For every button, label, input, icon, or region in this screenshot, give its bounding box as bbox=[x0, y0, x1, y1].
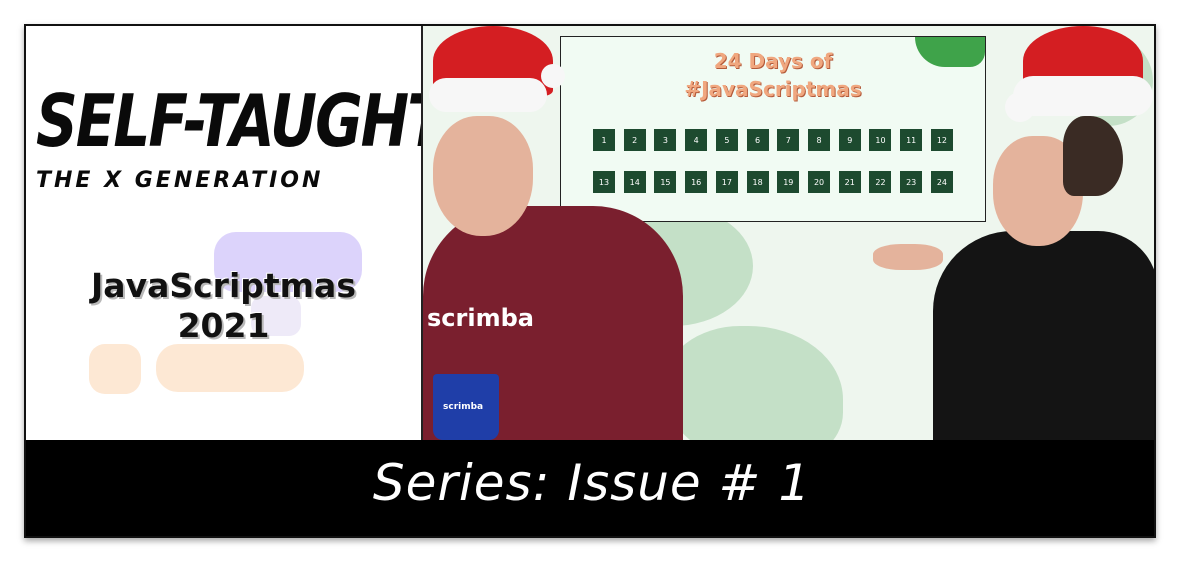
calendar-day-tile: 8 bbox=[808, 129, 831, 151]
calendar-day-tile: 18 bbox=[746, 171, 769, 193]
series-label: Series: Issue # 1 bbox=[372, 454, 812, 512]
mug-logo-text: scrimba bbox=[443, 402, 484, 412]
topic-title: JavaScriptmas 2021 bbox=[26, 266, 421, 346]
calendar-day-tile: 7 bbox=[777, 129, 800, 151]
calendar-day-tile: 4 bbox=[685, 129, 708, 151]
series-footer: Series: Issue # 1 bbox=[26, 440, 1154, 536]
person-right bbox=[873, 26, 1154, 440]
calendar-day-tile: 6 bbox=[746, 129, 769, 151]
calendar-day-tile: 5 bbox=[715, 129, 738, 151]
face bbox=[433, 116, 533, 236]
santa-hat-pompom bbox=[541, 64, 565, 88]
calendar-day-tile: 17 bbox=[715, 171, 738, 193]
calendar-day-tile: 16 bbox=[685, 171, 708, 193]
hair bbox=[1063, 116, 1123, 196]
decorative-blob bbox=[156, 344, 304, 392]
calendar-day-tile: 9 bbox=[838, 129, 861, 151]
person-left: scrimba scrimba bbox=[423, 26, 683, 440]
santa-hat-pompom bbox=[1005, 92, 1035, 122]
calendar-day-tile: 20 bbox=[808, 171, 831, 193]
hoodie-logo-text: scrimba bbox=[427, 304, 534, 332]
photo-panel: 24 Days of #JavaScriptmas 1 2 3 4 5 6 7 8 9 10 11 1… bbox=[423, 26, 1154, 440]
calendar-day-tile: 19 bbox=[777, 171, 800, 193]
left-title-panel: SELF-TAUGHT THE X GENERATION JavaScriptm… bbox=[26, 26, 423, 440]
open-hand bbox=[873, 244, 943, 270]
decorative-blob bbox=[663, 326, 843, 440]
calendar-day-tile: 21 bbox=[838, 171, 861, 193]
black-sweater bbox=[933, 231, 1154, 440]
santa-hat-trim bbox=[429, 78, 547, 112]
decorative-blob bbox=[89, 344, 141, 394]
topic-title-line1: JavaScriptmas bbox=[91, 266, 356, 305]
banner: SELF-TAUGHT THE X GENERATION JavaScriptm… bbox=[24, 24, 1156, 538]
topic-title-line2: 2021 bbox=[177, 306, 270, 345]
brand-subheadline: THE X GENERATION bbox=[36, 168, 324, 193]
brand-headline: SELF-TAUGHT bbox=[36, 78, 423, 164]
